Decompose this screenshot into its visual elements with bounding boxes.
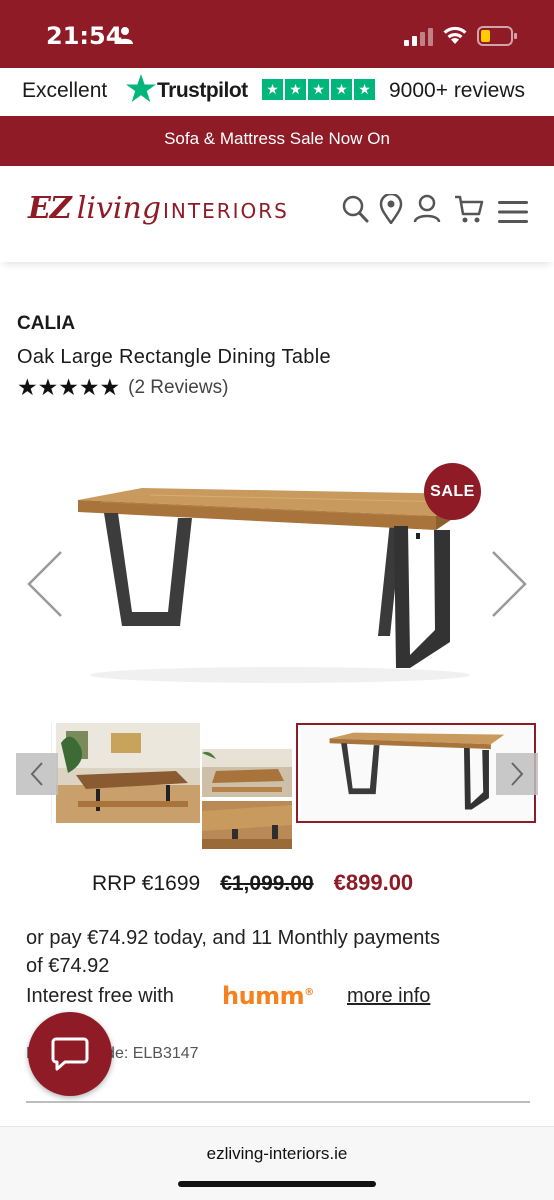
thumbnail-bench-closeup[interactable] bbox=[202, 775, 292, 875]
rating-star-icon: ★ bbox=[99, 374, 121, 400]
was-price: €1,099.00 bbox=[220, 872, 314, 895]
thumbnail-strip bbox=[16, 723, 538, 849]
interest-free-text: Interest free with bbox=[26, 985, 174, 1007]
chat-button[interactable] bbox=[28, 1012, 112, 1096]
product-rating[interactable]: ★ ★ ★ ★ ★ (2 Reviews) bbox=[17, 376, 228, 399]
thumbnail-next-button[interactable] bbox=[496, 753, 538, 795]
section-divider bbox=[26, 1101, 530, 1103]
battery-icon bbox=[477, 26, 517, 46]
logo-living: living bbox=[76, 191, 162, 226]
cart-icon[interactable] bbox=[454, 194, 484, 224]
thumbnail-room-scene[interactable] bbox=[56, 723, 200, 823]
trustpilot-star-box: ★ bbox=[354, 79, 375, 100]
cellular-signal-icon bbox=[404, 28, 433, 46]
chevron-right-icon[interactable] bbox=[490, 550, 528, 618]
trustpilot-star-box: ★ bbox=[262, 79, 283, 100]
logo-interiors: INTERIORS bbox=[163, 199, 289, 223]
sale-price: €899.00 bbox=[333, 870, 414, 895]
trustpilot-star-box: ★ bbox=[285, 79, 306, 100]
rating-star-icon: ★ bbox=[17, 374, 38, 400]
thumbnail-prev-button[interactable] bbox=[16, 753, 58, 795]
search-icon[interactable] bbox=[342, 194, 370, 224]
home-indicator bbox=[178, 1181, 376, 1187]
sale-badge: SALE bbox=[424, 463, 481, 520]
status-bar: 21:54 bbox=[0, 0, 554, 68]
chevron-left-icon[interactable] bbox=[26, 550, 64, 618]
trustpilot-review-count[interactable]: 9000+ reviews bbox=[389, 79, 525, 103]
humm-logo: humm® bbox=[222, 982, 314, 1010]
browser-url[interactable]: ezliving-interiors.ie bbox=[0, 1144, 554, 1164]
more-info-link[interactable]: more info bbox=[347, 985, 430, 1008]
trustpilot-star-box: ★ bbox=[331, 79, 352, 100]
logo-ez: EZ bbox=[28, 191, 72, 226]
trustpilot-star-box: ★ bbox=[308, 79, 329, 100]
trustpilot-rating-word: Excellent bbox=[22, 79, 108, 102]
trustpilot-star-icon bbox=[126, 74, 156, 102]
account-icon[interactable] bbox=[413, 194, 441, 224]
finance-line-2: of €74.92 bbox=[26, 955, 110, 977]
trustpilot-logo-text: Trustpilot bbox=[157, 79, 248, 102]
rating-star-icon: ★ bbox=[37, 374, 59, 400]
status-time: 21:54 bbox=[46, 22, 123, 50]
rating-star-icon: ★ bbox=[58, 374, 79, 400]
menu-icon[interactable] bbox=[498, 200, 528, 224]
chat-bubble-icon bbox=[51, 1037, 89, 1071]
site-logo[interactable]: EZ living INTERIORS bbox=[28, 191, 289, 226]
trustpilot-stars: ★ ★ ★ ★ ★ bbox=[262, 79, 375, 100]
wifi-icon bbox=[443, 26, 467, 44]
person-icon bbox=[117, 27, 133, 44]
product-brand[interactable]: CALIA bbox=[17, 313, 75, 335]
promo-banner[interactable]: Sofa & Mattress Sale Now On bbox=[0, 116, 554, 166]
location-pin-icon[interactable] bbox=[379, 194, 403, 224]
review-count-link[interactable]: (2 Reviews) bbox=[128, 377, 228, 399]
rrp-price: RRP €1699 bbox=[92, 872, 201, 895]
price-row: RRP €1699 €1,099.00 €899.00 bbox=[92, 870, 413, 896]
humm-registered-mark: ® bbox=[304, 987, 314, 998]
finance-line-1: or pay €74.92 today, and 11 Monthly paym… bbox=[26, 927, 440, 949]
rating-star-icon: ★ bbox=[78, 374, 100, 400]
humm-logo-text: humm bbox=[222, 982, 305, 1010]
product-title: Oak Large Rectangle Dining Table bbox=[17, 346, 331, 368]
